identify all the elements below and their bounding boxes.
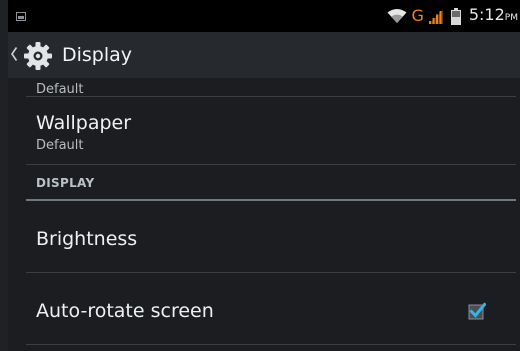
- clock-ampm: PM: [504, 12, 518, 23]
- action-bar[interactable]: Display: [8, 32, 520, 78]
- signal-icon: [428, 10, 443, 24]
- device-screen: G 5:12PM Display Default Wallpaper Defau…: [8, 0, 520, 351]
- divider: [26, 164, 516, 165]
- page-title: Display: [62, 44, 133, 66]
- settings-gear-icon[interactable]: [22, 40, 54, 72]
- wifi-icon: [387, 9, 407, 23]
- previous-item-summary: Default: [36, 82, 84, 97]
- divider: [26, 96, 516, 97]
- section-header-display: DISPLAY: [36, 176, 95, 190]
- item-title-brightness: Brightness: [36, 228, 138, 250]
- auto-rotate-checkbox[interactable]: [468, 302, 486, 320]
- section-divider: [26, 199, 516, 201]
- item-title-auto-rotate: Auto-rotate screen: [36, 300, 214, 322]
- clock: 5:12PM: [468, 4, 518, 26]
- item-title-wallpaper: Wallpaper: [36, 112, 132, 134]
- status-icons: G 5:12PM: [387, 6, 518, 26]
- back-chevron-icon[interactable]: [10, 46, 18, 62]
- status-bar: G 5:12PM: [8, 0, 520, 32]
- battery-icon: [450, 7, 461, 25]
- settings-list[interactable]: Default Wallpaper Default DISPLAY Bright…: [8, 78, 520, 351]
- item-summary-wallpaper: Default: [36, 138, 84, 153]
- clock-time: 5:12: [468, 4, 505, 24]
- divider: [26, 272, 516, 273]
- notification-icon: [16, 12, 26, 21]
- network-type-label: G: [411, 6, 424, 25]
- divider: [26, 344, 516, 345]
